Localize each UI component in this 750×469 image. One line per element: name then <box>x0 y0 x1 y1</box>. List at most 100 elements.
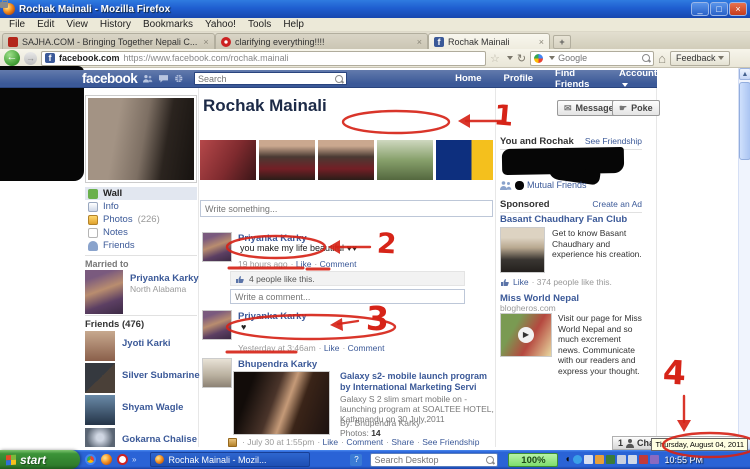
play-icon[interactable]: ▶ <box>518 327 534 343</box>
like-link[interactable]: Like <box>291 259 312 269</box>
like-link[interactable]: Like <box>319 343 340 353</box>
url-dropdown-icon[interactable] <box>507 56 513 60</box>
nav-profile[interactable]: Profile <box>503 73 533 84</box>
close-button[interactable]: × <box>729 2 747 16</box>
search-icon[interactable] <box>335 75 343 83</box>
comment-link[interactable]: Comment <box>314 259 356 269</box>
sidebar-item-friends[interactable]: Friends <box>85 239 197 252</box>
sidebar-item-notes[interactable]: Notes <box>85 226 197 239</box>
sidebar-item-photos[interactable]: Photos (226) <box>85 213 197 226</box>
photo-strip-item[interactable] <box>377 140 433 180</box>
see-friendship-link[interactable]: See Friendship <box>585 136 642 146</box>
post-timestamp[interactable]: Yesterday at 3:46am <box>238 343 316 353</box>
sidebar-item-wall[interactable]: Wall <box>85 187 197 200</box>
friend-thumbnail[interactable] <box>85 363 115 393</box>
nav-find-friends[interactable]: Find Friends <box>555 68 597 90</box>
ad-image[interactable] <box>500 227 545 273</box>
firefox-icon[interactable] <box>101 454 112 465</box>
start-button[interactable]: start <box>0 450 80 469</box>
friend-requests-icon[interactable] <box>143 73 153 84</box>
restore-button[interactable]: □ <box>710 2 728 16</box>
scroll-up-button[interactable]: ▲ <box>739 68 750 80</box>
menu-edit[interactable]: Edit <box>32 19 59 30</box>
spouse-name[interactable]: Priyanka Karky <box>130 273 199 284</box>
mutual-friends-row[interactable]: Mutual Friends <box>500 180 587 190</box>
like-link[interactable]: Like <box>317 437 338 447</box>
forward-button[interactable]: → <box>24 52 37 65</box>
ad-title[interactable]: Basant Chaudhary Fan Club <box>500 214 627 225</box>
post-avatar[interactable] <box>202 310 232 340</box>
sidebar-item-info[interactable]: Info <box>85 200 197 213</box>
scrollbar-thumb[interactable] <box>739 82 750 160</box>
desktop-search-box[interactable] <box>370 453 498 467</box>
tray-icon[interactable] <box>595 455 604 464</box>
desktop-search-input[interactable] <box>374 455 486 465</box>
menu-help[interactable]: Help <box>278 19 309 30</box>
comment-link[interactable]: Comment <box>341 437 383 447</box>
scrollbar[interactable]: ▲ ▼ <box>738 68 750 450</box>
facebook-search-input[interactable] <box>198 74 335 84</box>
friend-thumbnail[interactable] <box>85 331 115 361</box>
menu-view[interactable]: View <box>61 19 93 30</box>
friend-thumbnail[interactable] <box>85 395 115 425</box>
tray-icon[interactable] <box>650 455 659 464</box>
like-count-text[interactable]: 4 people like this. <box>249 274 315 284</box>
tab-close-icon[interactable]: × <box>539 37 544 47</box>
comment-link[interactable]: Comment <box>342 343 384 353</box>
opera-icon[interactable] <box>117 454 128 465</box>
minimize-button[interactable]: _ <box>691 2 709 16</box>
home-icon[interactable]: ⌂ <box>658 51 666 66</box>
tab-rochak-mainali[interactable]: f Rochak Mainali × <box>428 33 550 49</box>
friend-thumbnail[interactable] <box>85 428 115 447</box>
tray-icon[interactable] <box>639 455 648 464</box>
site-identity[interactable]: facebook.com <box>59 53 120 63</box>
reload-icon[interactable]: ↻ <box>517 52 526 65</box>
comment-input[interactable] <box>235 292 460 302</box>
spouse-thumbnail[interactable] <box>85 270 123 314</box>
messages-icon[interactable] <box>159 73 169 84</box>
post-avatar[interactable] <box>202 358 232 388</box>
create-ad-link[interactable]: Create an Ad <box>592 199 642 209</box>
facebook-logo[interactable]: facebook <box>82 71 137 86</box>
menu-history[interactable]: History <box>95 19 136 30</box>
attachment-photo[interactable] <box>233 371 330 435</box>
chrome-icon[interactable] <box>85 454 96 465</box>
help-icon[interactable]: ? <box>350 454 362 466</box>
notifications-globe-icon[interactable] <box>174 73 184 84</box>
profile-picture[interactable] <box>88 98 194 180</box>
see-friendship-link[interactable]: See Friendship <box>417 437 479 447</box>
menu-bookmarks[interactable]: Bookmarks <box>138 19 198 30</box>
comment-composer[interactable] <box>230 289 465 304</box>
poke-button[interactable]: ☛ Poke <box>612 100 660 116</box>
photo-strip-item[interactable] <box>318 140 374 180</box>
tray-icon[interactable] <box>573 455 582 464</box>
photo-strip-item[interactable] <box>436 140 493 180</box>
tab-close-icon[interactable]: × <box>203 37 208 47</box>
friend-name[interactable]: Silver Submarine <box>122 370 200 381</box>
tab-clarifying[interactable]: clarifying everything!!!! × <box>215 33 428 49</box>
nav-account[interactable]: Account <box>619 68 657 90</box>
friend-name[interactable]: Shyam Wagle <box>122 402 183 413</box>
status-input[interactable] <box>205 204 488 214</box>
like-link[interactable]: Like <box>513 277 529 287</box>
zoom-indicator[interactable]: 100% <box>508 453 558 467</box>
google-search-box[interactable] <box>530 51 654 66</box>
post-avatar[interactable] <box>202 232 232 262</box>
friend-name[interactable]: Gokarna Chalise <box>122 434 197 445</box>
profile-picture-frame[interactable] <box>85 95 197 183</box>
taskbar-item-firefox[interactable]: Rochak Mainali - Mozil... <box>150 452 310 467</box>
post-timestamp[interactable]: 19 hours ago <box>238 259 288 269</box>
facebook-search-box[interactable] <box>194 72 347 85</box>
post-author[interactable]: Priyanka Karky <box>238 311 307 322</box>
photo-strip-item[interactable] <box>259 140 315 180</box>
post-timestamp[interactable]: July 30 at 1:55pm <box>242 437 314 447</box>
menu-file[interactable]: File <box>4 19 30 30</box>
mutual-friends-link[interactable]: Mutual Friends <box>527 180 587 190</box>
menu-yahoo[interactable]: Yahoo! <box>200 19 241 30</box>
tray-icon[interactable] <box>584 455 593 464</box>
friend-name[interactable]: Jyoti Karki <box>122 338 171 349</box>
tab-close-icon[interactable]: × <box>417 37 422 47</box>
bookmark-star-icon[interactable]: ☆ <box>490 52 500 65</box>
new-tab-button[interactable]: + <box>553 35 571 49</box>
status-composer[interactable] <box>200 200 493 217</box>
